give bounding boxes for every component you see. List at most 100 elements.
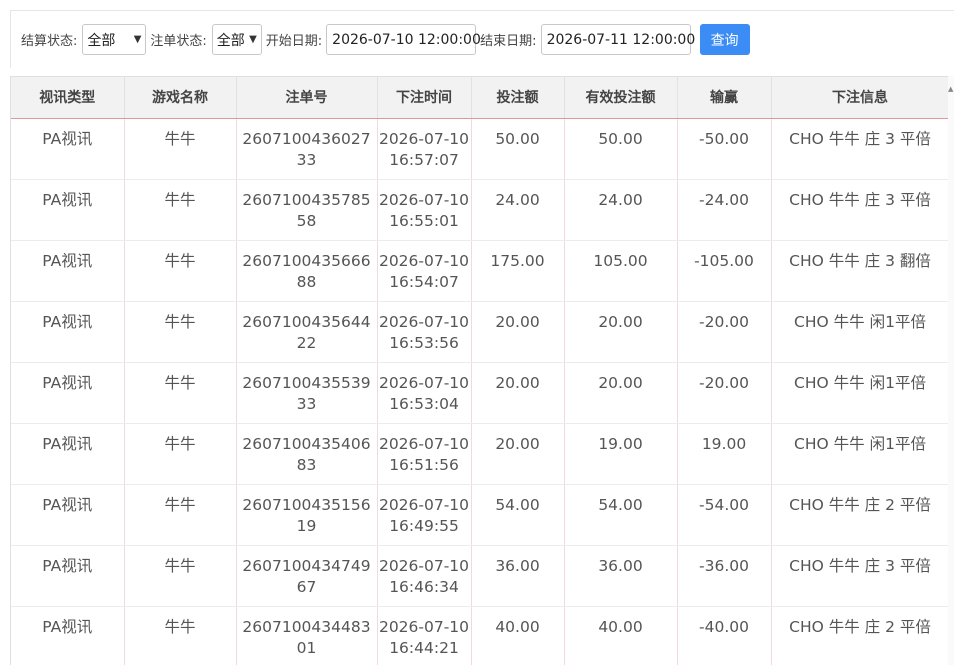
video-type-cell: PA视讯: [11, 240, 125, 302]
end-date-label: 结束日期:: [480, 34, 537, 49]
bet-records-table: 视讯类型 游戏名称 注单号 下注时间 投注额 有效投注额 输赢 下注信息 PA视…: [10, 76, 954, 665]
game-name-cell: 牛牛: [124, 240, 237, 302]
valid-amount-cell: 50.00: [564, 118, 678, 180]
valid-amount-cell: 54.00: [564, 484, 678, 546]
table-row: PA视讯 牛牛 260710043474967 2026-07-10 16:46:34…: [11, 545, 950, 607]
valid-amount-cell: 24.00: [564, 179, 678, 241]
bet-amount-cell: 36.00: [471, 545, 565, 607]
header-bet-info: 下注信息: [771, 77, 950, 119]
table-row: PA视讯 牛牛 260710043578558 2026-07-10 16:55:01…: [11, 179, 950, 241]
bet-info-cell: CHO 牛牛 庄 2 平倍: [771, 484, 950, 546]
header-win-loss: 输赢: [677, 77, 772, 119]
order-status-label: 注单状态:: [150, 34, 207, 49]
win-loss-cell: -36.00: [677, 545, 772, 607]
win-loss-cell: -20.00: [677, 362, 772, 424]
bet-info-cell: CHO 牛牛 闲1平倍: [771, 423, 950, 485]
video-type-cell: PA视讯: [11, 606, 125, 665]
video-type-cell: PA视讯: [11, 423, 125, 485]
start-date-label: 开始日期:: [265, 34, 323, 49]
table-row: PA视讯 牛牛 260710043566688 2026-07-10 16:54:07…: [11, 240, 950, 302]
order-status-select[interactable]: 全部 ▼: [211, 24, 262, 55]
game-name-cell: 牛牛: [124, 179, 237, 241]
bet-info-cell: CHO 牛牛 庄 3 平倍: [771, 179, 950, 241]
chevron-down-icon: ▼: [249, 34, 257, 45]
bet-time-cell: 2026-07-10 16:54:07: [377, 240, 472, 302]
valid-amount-cell: 36.00: [564, 545, 678, 607]
table-row: PA视讯 牛牛 260710043515619 2026-07-10 16:49:55…: [11, 484, 950, 546]
video-type-cell: PA视讯: [11, 179, 125, 241]
header-game-name: 游戏名称: [124, 77, 237, 119]
valid-amount-cell: 19.00: [564, 423, 678, 485]
bet-number-cell: 260710043578558: [236, 179, 378, 241]
bet-info-cell: CHO 牛牛 闲1平倍: [771, 301, 950, 363]
bet-info-cell: CHO 牛牛 庄 3 平倍: [771, 118, 950, 180]
table-row: PA视讯 牛牛 260710043564422 2026-07-10 16:53:56…: [11, 301, 950, 363]
win-loss-cell: -54.00: [677, 484, 772, 546]
game-name-cell: 牛牛: [124, 423, 237, 485]
bet-time-cell: 2026-07-10 16:49:55: [377, 484, 472, 546]
settle-status-select[interactable]: 全部 ▼: [82, 24, 147, 55]
video-type-cell: PA视讯: [11, 545, 125, 607]
table-header-row: 视讯类型 游戏名称 注单号 下注时间 投注额 有效投注额 输赢 下注信息: [11, 77, 950, 119]
bet-time-cell: 2026-07-10 16:53:04: [377, 362, 472, 424]
valid-amount-cell: 105.00: [564, 240, 678, 302]
scrollbar[interactable]: ▲: [948, 76, 954, 665]
bet-number-cell: 260710043474967: [236, 545, 378, 607]
video-type-cell: PA视讯: [11, 362, 125, 424]
bet-info-cell: CHO 牛牛 庄 3 平倍: [771, 545, 950, 607]
table-row: PA视讯 牛牛 260710043448301 2026-07-10 16:44:21…: [11, 606, 950, 665]
bet-number-cell: 260710043566688: [236, 240, 378, 302]
bet-number-cell: 260710043564422: [236, 301, 378, 363]
game-name-cell: 牛牛: [124, 362, 237, 424]
bet-number-cell: 260710043515619: [236, 484, 378, 546]
chevron-down-icon: ▼: [133, 34, 142, 45]
win-loss-cell: -24.00: [677, 179, 772, 241]
bet-time-cell: 2026-07-10 16:55:01: [377, 179, 472, 241]
table-row: PA视讯 牛牛 260710043540683 2026-07-10 16:51:56…: [11, 423, 950, 485]
bet-amount-cell: 20.00: [471, 423, 565, 485]
win-loss-cell: -20.00: [677, 301, 772, 363]
video-type-cell: PA视讯: [11, 484, 125, 546]
video-type-cell: PA视讯: [11, 118, 125, 180]
end-date-input[interactable]: 2026-07-11 12:00:00: [540, 24, 695, 55]
win-loss-cell: -50.00: [677, 118, 772, 180]
order-status-value: 全部: [216, 32, 245, 49]
filter-bar: 结算状态: 全部 ▼ 注单状态: 全部 ▼ 开始日期: 2026-07-10 1…: [10, 10, 954, 68]
bet-amount-cell: 20.00: [471, 301, 565, 363]
bet-amount-cell: 20.00: [471, 362, 565, 424]
bet-info-cell: CHO 牛牛 庄 2 平倍: [771, 606, 950, 665]
bet-info-cell: CHO 牛牛 庄 3 翻倍: [771, 240, 950, 302]
bet-number-cell: 260710043540683: [236, 423, 378, 485]
valid-amount-cell: 40.00: [564, 606, 678, 665]
start-date-value: 2026-07-10 12:00:00: [332, 31, 481, 48]
header-bet-amount: 投注额: [471, 77, 565, 119]
bet-number-cell: 260710043448301: [236, 606, 378, 665]
game-name-cell: 牛牛: [124, 301, 237, 363]
header-bet-number: 注单号: [236, 77, 378, 119]
bet-amount-cell: 50.00: [471, 118, 565, 180]
bet-amount-cell: 24.00: [471, 179, 565, 241]
table-row: PA视讯 牛牛 260710043602733 2026-07-10 16:57:07…: [11, 118, 950, 180]
start-date-input[interactable]: 2026-07-10 12:00:00: [326, 24, 481, 55]
valid-amount-cell: 20.00: [564, 301, 678, 363]
bet-amount-cell: 175.00: [471, 240, 565, 302]
win-loss-cell: 19.00: [677, 423, 772, 485]
win-loss-cell: -105.00: [677, 240, 772, 302]
table-row: PA视讯 牛牛 260710043553933 2026-07-10 16:53:04…: [11, 362, 950, 424]
bet-time-cell: 2026-07-10 16:53:56: [377, 301, 472, 363]
valid-amount-cell: 20.00: [564, 362, 678, 424]
win-loss-cell: -40.00: [677, 606, 772, 665]
bet-info-cell: CHO 牛牛 闲1平倍: [771, 362, 950, 424]
bet-time-cell: 2026-07-10 16:44:21: [377, 606, 472, 665]
game-name-cell: 牛牛: [124, 118, 237, 180]
bet-number-cell: 260710043602733: [236, 118, 378, 180]
end-date-value: 2026-07-11 12:00:00: [546, 31, 696, 48]
bet-time-cell: 2026-07-10 16:51:56: [377, 423, 472, 485]
bet-number-cell: 260710043553933: [236, 362, 378, 424]
bet-time-cell: 2026-07-10 16:57:07: [377, 118, 472, 180]
bet-time-cell: 2026-07-10 16:46:34: [377, 545, 472, 607]
game-name-cell: 牛牛: [124, 606, 237, 665]
query-button[interactable]: 查询: [699, 24, 750, 55]
settle-status-label: 结算状态:: [21, 34, 78, 49]
scroll-up-icon[interactable]: ▲: [948, 86, 954, 93]
